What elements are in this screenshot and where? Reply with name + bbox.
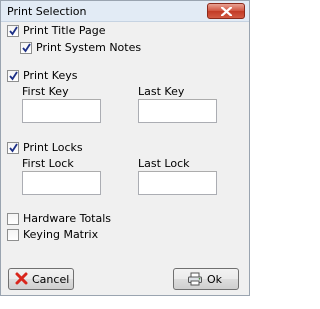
print-selection-dialog: Print Selection Print Title Page Print S… bbox=[0, 0, 250, 296]
print-title-page-label: Print Title Page bbox=[23, 24, 106, 37]
print-system-notes-checkbox[interactable] bbox=[20, 42, 32, 54]
print-locks-checkbox[interactable] bbox=[7, 142, 19, 154]
first-key-label: First Key bbox=[22, 85, 69, 98]
last-key-label: Last Key bbox=[138, 85, 185, 98]
keying-matrix-label: Keying Matrix bbox=[23, 228, 99, 241]
close-icon bbox=[221, 7, 232, 16]
close-button[interactable] bbox=[207, 3, 245, 19]
first-lock-input[interactable] bbox=[22, 171, 101, 195]
last-key-input[interactable] bbox=[138, 99, 217, 123]
checkmark-icon bbox=[9, 71, 18, 81]
checkmark-icon bbox=[22, 43, 31, 53]
last-lock-label: Last Lock bbox=[138, 157, 190, 170]
cancel-label: Cancel bbox=[32, 273, 70, 286]
print-keys-checkbox[interactable] bbox=[7, 70, 19, 82]
first-key-input[interactable] bbox=[22, 99, 101, 123]
ok-button[interactable]: Ok bbox=[173, 268, 239, 290]
dialog-title: Print Selection bbox=[7, 5, 87, 18]
checkmark-icon bbox=[9, 26, 18, 36]
hardware-totals-label: Hardware Totals bbox=[23, 212, 112, 225]
checkmark-icon bbox=[9, 143, 18, 153]
first-lock-label: First Lock bbox=[22, 157, 74, 170]
last-lock-input[interactable] bbox=[138, 171, 217, 195]
print-system-notes-label: Print System Notes bbox=[36, 41, 142, 54]
hardware-totals-checkbox[interactable] bbox=[7, 213, 19, 225]
print-locks-label: Print Locks bbox=[23, 141, 83, 154]
keying-matrix-checkbox[interactable] bbox=[7, 229, 19, 241]
ok-label: Ok bbox=[207, 273, 223, 286]
cancel-button[interactable]: Cancel bbox=[8, 268, 74, 290]
title-bar: Print Selection bbox=[1, 1, 249, 22]
printer-icon bbox=[188, 272, 202, 286]
print-title-page-checkbox[interactable] bbox=[7, 25, 19, 37]
red-x-icon bbox=[15, 272, 28, 285]
print-keys-label: Print Keys bbox=[23, 69, 78, 82]
